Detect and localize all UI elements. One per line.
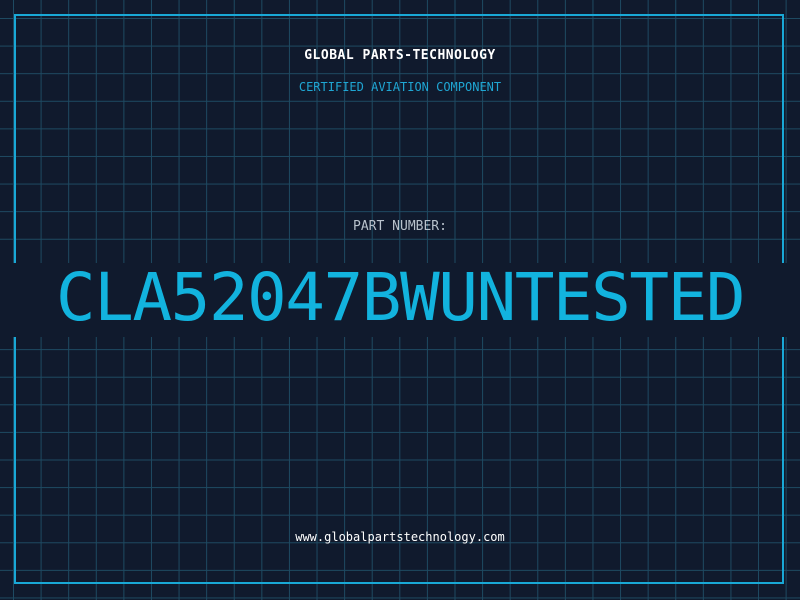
certification-subtitle: CERTIFIED AVIATION COMPONENT [298,80,502,94]
part-number-value: CLA52047BWUNTESTED [55,263,746,336]
part-number-label: PART NUMBER: [353,219,447,234]
company-name: GLOBAL PARTS-TECHNOLOGY [304,48,496,63]
website-url: www.globalpartstechnology.com [295,530,505,544]
part-number-band: CLA52047BWUNTESTED [0,263,800,337]
